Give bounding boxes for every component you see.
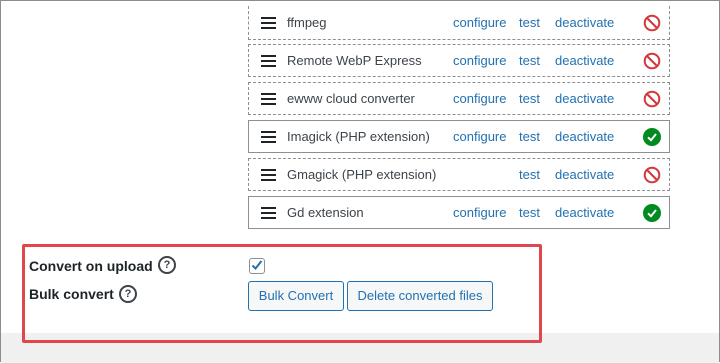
deactivate-link[interactable]: deactivate [555, 6, 614, 39]
prohibited-icon[interactable] [643, 166, 661, 184]
prohibited-icon[interactable] [643, 90, 661, 108]
test-link[interactable]: test [519, 45, 540, 76]
converter-name: ffmpeg [287, 15, 327, 30]
check-circle-icon[interactable] [643, 127, 661, 146]
converter-list: ffmpeg configure test deactivate Remote … [248, 6, 670, 234]
converter-name: Gd extension [287, 205, 364, 220]
deactivate-link[interactable]: deactivate [555, 159, 614, 190]
drag-handle-icon[interactable] [261, 130, 276, 143]
drag-handle-icon[interactable] [261, 206, 276, 219]
converter-name: ewww cloud converter [287, 91, 415, 106]
converter-name: Remote WebP Express [287, 53, 422, 68]
deactivate-link[interactable]: deactivate [555, 197, 614, 228]
converter-row-imagick[interactable]: Imagick (PHP extension) configure test d… [248, 120, 670, 153]
converter-row-remote-webp-express[interactable]: Remote WebP Express configure test deact… [248, 44, 670, 77]
deactivate-link[interactable]: deactivate [555, 83, 614, 114]
drag-handle-icon[interactable] [261, 92, 276, 105]
test-link[interactable]: test [519, 159, 540, 190]
check-circle-icon[interactable] [643, 203, 661, 222]
prohibited-icon[interactable] [643, 52, 661, 70]
drag-handle-icon[interactable] [261, 168, 276, 181]
converter-row-ffmpeg[interactable]: ffmpeg configure test deactivate [248, 6, 670, 40]
configure-link[interactable]: configure [453, 121, 506, 152]
drag-handle-icon[interactable] [261, 16, 276, 29]
converter-row-gd[interactable]: Gd extension configure test deactivate [248, 196, 670, 229]
highlight-box [22, 244, 542, 343]
configure-link[interactable]: configure [453, 83, 506, 114]
test-link[interactable]: test [519, 6, 540, 39]
deactivate-link[interactable]: deactivate [555, 45, 614, 76]
prohibited-icon[interactable] [643, 14, 661, 32]
converter-row-ewww-cloud[interactable]: ewww cloud converter configure test deac… [248, 82, 670, 115]
configure-link[interactable]: configure [453, 45, 506, 76]
converter-name: Gmagick (PHP extension) [287, 167, 437, 182]
configure-link[interactable]: configure [453, 197, 506, 228]
configure-link[interactable]: configure [453, 6, 506, 39]
deactivate-link[interactable]: deactivate [555, 121, 614, 152]
converter-row-gmagick[interactable]: Gmagick (PHP extension) test deactivate [248, 158, 670, 191]
drag-handle-icon[interactable] [261, 54, 276, 67]
test-link[interactable]: test [519, 197, 540, 228]
converter-name: Imagick (PHP extension) [287, 129, 430, 144]
test-link[interactable]: test [519, 121, 540, 152]
test-link[interactable]: test [519, 83, 540, 114]
